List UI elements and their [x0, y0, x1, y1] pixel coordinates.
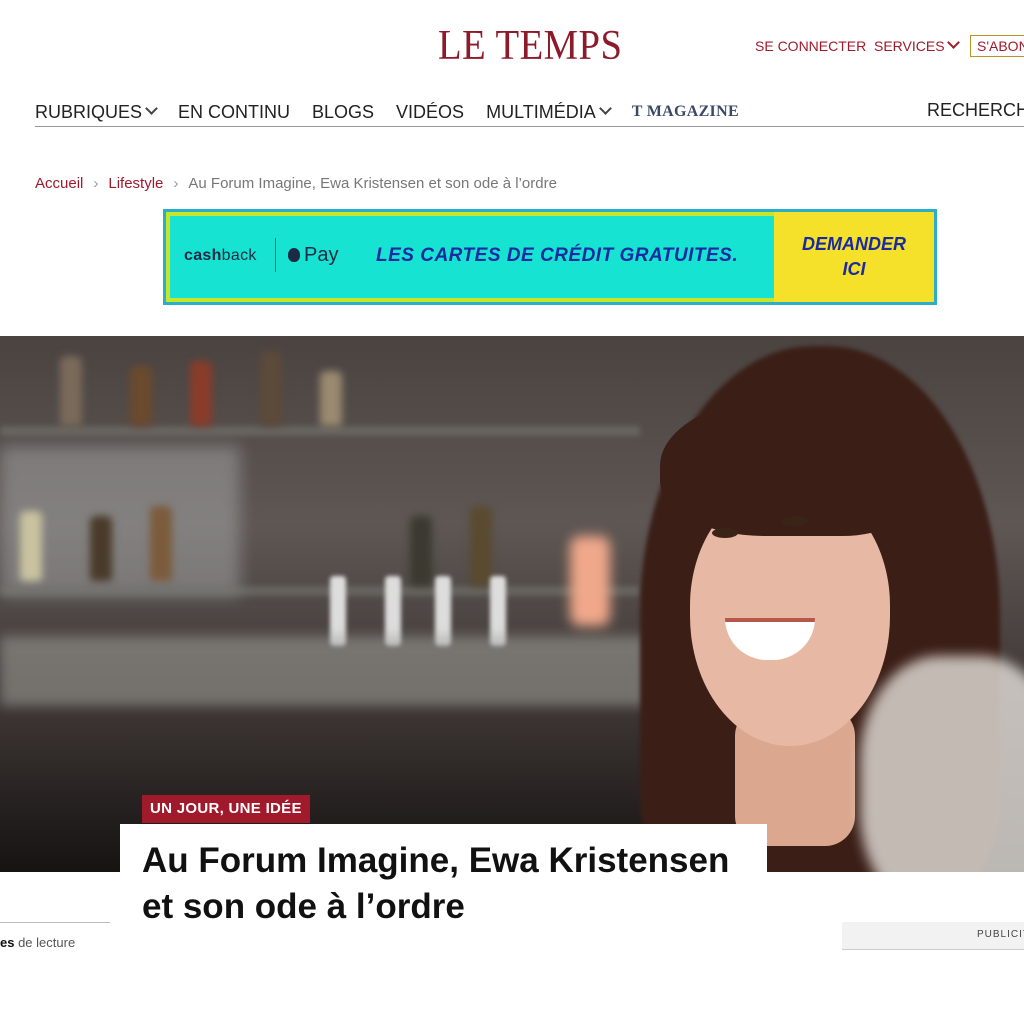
bottle-shape: [260, 351, 282, 426]
main-navigation: RUBRIQUES EN CONTINU BLOGS VIDÉOS MULTIM…: [35, 100, 761, 124]
bottle-shape: [190, 361, 212, 426]
reading-time-value: es: [0, 935, 15, 950]
cashback-logo-cash: cash: [184, 247, 222, 264]
nav-item-t-magazine[interactable]: T MAGAZINE: [632, 103, 739, 121]
background-shelf: [0, 426, 640, 436]
bottle-shape: [470, 506, 492, 586]
nav-divider: [35, 126, 1024, 127]
breadcrumb-separator: ›: [93, 175, 99, 192]
reading-time: es de lecture: [0, 935, 75, 950]
breadcrumb-home[interactable]: Accueil: [35, 175, 83, 192]
background-shelf: [0, 586, 640, 596]
site-logo[interactable]: LE TEMPS: [438, 22, 622, 70]
search-link[interactable]: RECHERCH: [927, 100, 1024, 121]
bar-counter: [0, 636, 690, 706]
cashback-logo: cashback: [184, 247, 257, 265]
article-headline: Au Forum Imagine, Ewa Kristensen et son …: [142, 841, 730, 926]
bottle-shape: [320, 371, 342, 426]
nav-item-label: MULTIMÉDIA: [486, 101, 596, 122]
bottle-shape: [130, 366, 152, 426]
chevron-down-icon: [598, 101, 612, 115]
nav-item-rubriques[interactable]: RUBRIQUES: [35, 101, 158, 123]
publicity-label: PUBLICIT: [977, 929, 1024, 940]
reading-time-label: de lecture: [14, 935, 76, 950]
ad-cta-button[interactable]: DEMANDER ICI: [774, 232, 934, 282]
nav-item-en-continu[interactable]: EN CONTINU: [178, 102, 290, 123]
bottle-shape: [60, 356, 82, 426]
nav-item-multimedia[interactable]: MULTIMÉDIA: [486, 101, 612, 123]
nav-item-videos[interactable]: VIDÉOS: [396, 102, 464, 123]
breadcrumb-current: Au Forum Imagine, Ewa Kristensen et son …: [188, 175, 557, 192]
chevron-down-icon: [145, 101, 158, 115]
cashback-logo-back: back: [221, 247, 257, 264]
advertisement-banner[interactable]: cashback Pay LES CARTES DE CRÉDIT GRATUI…: [163, 209, 937, 305]
person-bangs: [660, 396, 920, 536]
apple-pay-label: Pay: [304, 244, 339, 266]
person-eye: [712, 528, 738, 538]
subscribe-button[interactable]: S'ABON: [970, 35, 1024, 57]
ad-tagline: LES CARTES DE CRÉDIT GRATUITES.: [376, 245, 739, 266]
breadcrumb: Accueil › Lifestyle › Au Forum Imagine, Ewa …: [35, 175, 557, 192]
ad-cta-line2: ICI: [842, 259, 866, 279]
services-label: SERVICES: [874, 38, 945, 54]
ad-divider: [275, 238, 276, 272]
background-light: [570, 536, 610, 626]
meta-divider: [0, 922, 110, 923]
login-link[interactable]: SE CONNECTER: [755, 38, 866, 54]
bottle-shape: [410, 516, 432, 586]
hero-image: [0, 336, 1024, 872]
nav-item-label: RUBRIQUES: [35, 101, 143, 122]
bottle-shape: [150, 506, 172, 581]
bottle-shape: [90, 516, 112, 581]
person-eye: [782, 516, 808, 526]
services-menu[interactable]: SERVICES: [874, 36, 960, 54]
apple-icon: [288, 248, 300, 262]
foreground-cloth: [860, 656, 1024, 872]
breadcrumb-lifestyle[interactable]: Lifestyle: [108, 175, 163, 192]
article-tag[interactable]: UN JOUR, UNE IDÉE: [142, 795, 310, 823]
ad-cta-line1: DEMANDER: [801, 234, 906, 254]
breadcrumb-separator: ›: [173, 175, 179, 192]
nav-item-blogs[interactable]: BLOGS: [312, 102, 374, 123]
chevron-down-icon: [946, 36, 960, 49]
apple-pay-logo: Pay: [288, 244, 338, 267]
bottle-shape: [20, 511, 42, 581]
